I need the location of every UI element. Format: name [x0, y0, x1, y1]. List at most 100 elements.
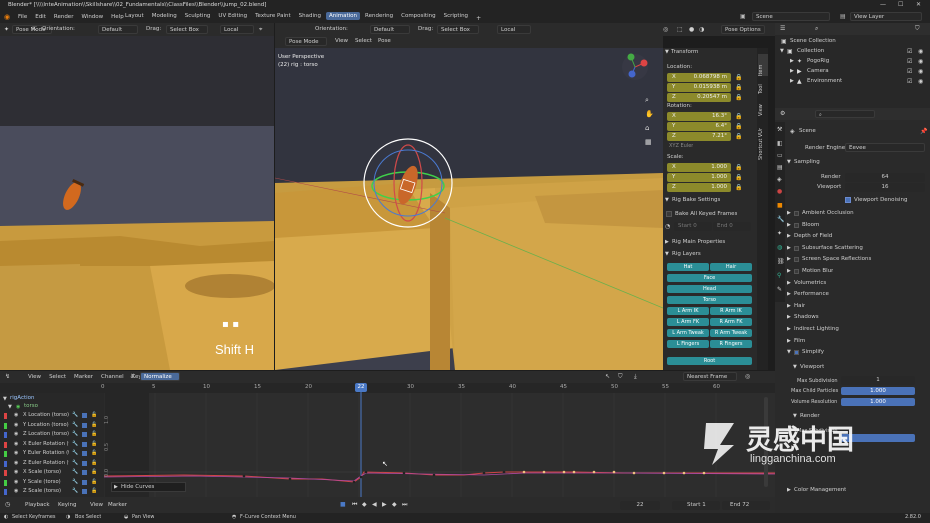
marker-menu[interactable]: Marker [108, 502, 127, 508]
graph-normalize-icon[interactable]: ⤓ [634, 373, 637, 381]
jump-end-icon[interactable]: ⏭ [402, 501, 407, 509]
rig-layer-face-button[interactable]: Face [667, 274, 752, 282]
view-layer-selector[interactable]: View Layer [850, 12, 922, 21]
graph-menu-select[interactable]: Select [46, 373, 69, 381]
section-shadows[interactable]: Shadows [794, 314, 819, 320]
graph-pivot-selector[interactable]: Nearest Frame [683, 372, 737, 381]
graph-menu-marker[interactable]: Marker [71, 373, 96, 381]
wrench-icon[interactable]: 🔧 [72, 412, 78, 418]
pin-icon[interactable]: 📌 [920, 128, 927, 135]
section-motion-blur[interactable]: Motion Blur [802, 268, 833, 274]
rotation-z-field[interactable]: Z 7.21° [667, 132, 731, 141]
transform-collapse-icon[interactable]: ▼ [665, 49, 669, 55]
rig-bake-collapse-icon[interactable]: ▼ [665, 197, 669, 203]
lock-icon[interactable]: 🔓 [91, 469, 97, 475]
outliner-exclude-checkbox[interactable]: ☑ [907, 48, 912, 55]
tab-workspace-shading[interactable]: Shading [296, 12, 324, 20]
maximize-icon[interactable]: ☐ [898, 1, 903, 8]
menu-select[interactable]: Select [355, 38, 372, 44]
play-reverse-icon[interactable]: ◀ [372, 501, 377, 508]
graph-menu-view[interactable]: View [25, 373, 44, 381]
tab-workspace-sculpting[interactable]: Sculpting [182, 12, 214, 20]
tab-view[interactable]: View [758, 98, 768, 116]
current-frame-field[interactable]: 22 [620, 501, 660, 510]
keyframe-point[interactable] [402, 471, 406, 475]
tab-tool[interactable]: Tool [758, 78, 768, 94]
keyframe-point[interactable] [662, 471, 666, 475]
outliner-item-camera[interactable]: Camera [807, 68, 829, 74]
eye-icon[interactable]: ◉ [14, 412, 18, 418]
section-collapse-icon[interactable]: ▶ [787, 210, 791, 216]
tab-workspace-scripting[interactable]: Scripting [441, 12, 471, 20]
properties-editor-icon[interactable]: ⚙ [780, 110, 785, 117]
minimize-icon[interactable]: — [880, 1, 886, 8]
section-subsurface-scattering[interactable]: Subsurface Scattering [802, 245, 863, 251]
section-enable-checkbox[interactable] [794, 257, 799, 263]
scale-y-field[interactable]: Y 1.000 [667, 173, 731, 182]
keyframe-point[interactable] [562, 470, 566, 474]
tool-tab-icon[interactable]: ⚒ [777, 126, 782, 133]
eye-icon[interactable]: ◉ [918, 58, 923, 65]
keyframe-point[interactable] [432, 473, 436, 477]
tab-workspace-animation[interactable]: Animation [325, 12, 361, 20]
outliner-filter-icon[interactable]: ⛉ [915, 25, 920, 33]
left-select-box[interactable]: Select Box [166, 25, 208, 34]
lock-icon[interactable]: 🔓 [91, 479, 97, 485]
max-subdivision-field[interactable]: 1 [841, 376, 915, 385]
keyframe-point[interactable] [682, 471, 686, 475]
tab-workspace-rendering[interactable]: Rendering [362, 12, 396, 20]
max-child-field[interactable]: 1.000 [841, 387, 915, 395]
main-orientation-selector[interactable]: Default [370, 25, 410, 34]
section-collapse-icon[interactable]: ▶ [787, 222, 791, 228]
rig-main-collapse-icon[interactable]: ▶ [665, 239, 669, 245]
pose-options-button[interactable]: Pose Options [721, 25, 765, 34]
eye-icon[interactable]: ◉ [14, 460, 18, 466]
outliner-expand-icon[interactable]: ▶ [790, 78, 794, 84]
hide-curves-popup[interactable]: ▶ Hide Curves [111, 482, 186, 492]
bake-end-field[interactable]: End 0 [713, 222, 751, 231]
keyframe-point[interactable] [359, 475, 363, 479]
lock-icon[interactable]: 🔒 [735, 74, 742, 81]
sampling-collapse-icon[interactable]: ▼ [787, 159, 791, 165]
graph-editor-type-icon[interactable]: ↯ [5, 373, 10, 380]
main-pivot-selector[interactable]: Local [497, 25, 531, 34]
menu-window[interactable]: Window [78, 13, 106, 21]
outliner-exclude-checkbox[interactable]: ☑ [907, 78, 912, 85]
play-icon[interactable]: ▶ [382, 501, 387, 508]
section-collapse-icon[interactable]: ▶ [787, 233, 791, 239]
timeline-editor-icon[interactable]: ◷ [5, 501, 10, 508]
lock-icon[interactable]: 🔒 [735, 113, 742, 120]
left-viewport[interactable]: ▪ ▪ Shift H [0, 36, 274, 370]
action-collapse-icon[interactable]: ▼ [3, 396, 7, 402]
view-layer-tab-icon[interactable]: ▤ [777, 164, 783, 171]
eye-icon[interactable]: ◉ [14, 431, 18, 437]
keyframe-point[interactable] [482, 471, 486, 475]
keyframe-point[interactable] [632, 471, 636, 475]
graph-area[interactable] [104, 383, 775, 497]
section-depth-of-field[interactable]: Depth of Field [794, 233, 832, 239]
eye-icon[interactable]: ◉ [14, 450, 18, 456]
rig-layer-torso-button[interactable]: Torso [667, 296, 752, 304]
rig-layer-l-arm-fk-button[interactable]: L Arm FK [667, 318, 709, 326]
channel-mute-checkbox[interactable] [82, 413, 87, 418]
keyframe-point[interactable] [592, 470, 596, 474]
simplify-viewport-header[interactable]: Viewport [800, 364, 824, 370]
prev-keyframe-icon[interactable]: ◆ [362, 501, 367, 508]
menu-edit[interactable]: Edit [32, 13, 49, 21]
rig-layer-r-fingers-button[interactable]: R Fingers [710, 340, 752, 348]
keyframe-point[interactable] [502, 470, 506, 474]
rig-bake-header[interactable]: Rig Bake Settings [672, 197, 720, 203]
keyframe-point[interactable] [242, 474, 246, 478]
channel-row[interactable]: X Euler Rotation (to... [23, 440, 69, 448]
rig-layer-root-button[interactable]: Root [667, 357, 752, 365]
render-engine-selector[interactable]: Eevee [845, 143, 925, 152]
xray-icon[interactable]: ⬚ [677, 26, 683, 33]
wrench-icon[interactable]: 🔧 [72, 479, 78, 485]
color-management-collapse-icon[interactable]: ▶ [787, 487, 791, 493]
start-frame-field[interactable]: Start 1 [672, 501, 720, 510]
left-pivot-selector[interactable]: Local [220, 25, 254, 34]
keyframe-point[interactable] [288, 477, 292, 481]
physics-tab-icon[interactable]: ◍ [777, 244, 782, 251]
volume-res-field[interactable]: 1.000 [841, 398, 915, 406]
rig-layer-l-arm-tweak-button[interactable]: L Arm Tweak [667, 329, 709, 337]
